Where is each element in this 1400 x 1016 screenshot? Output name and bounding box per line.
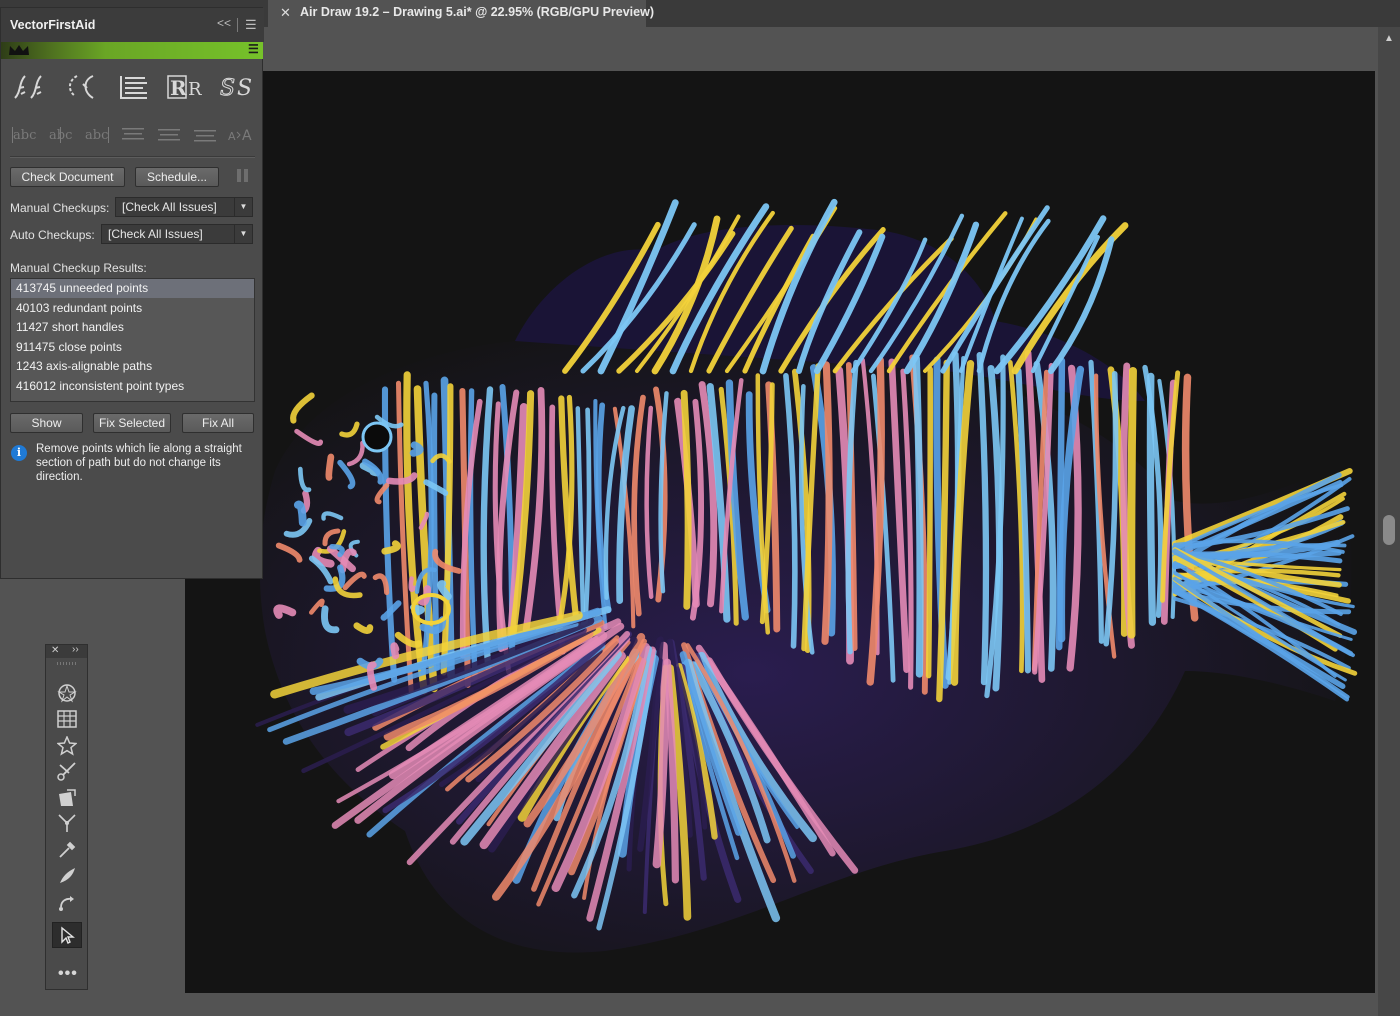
collapse-panel-icon[interactable]: << [217,16,231,30]
brush-stroke [353,622,374,634]
text-tools-row: abc abc abc AA [10,118,256,152]
svg-text:abc: abc [85,128,108,143]
brush-stroke [912,354,924,678]
scissors-icon[interactable] [54,759,80,783]
brand-banner: ☰ [1,42,263,59]
auto-checkups-label: Auto Checkups: [10,228,95,242]
crown-logo-icon [9,45,29,55]
align-bottom-icon[interactable] [190,118,220,152]
header-divider [237,18,238,32]
selection-arrow-icon[interactable] [52,922,82,948]
svg-text:S: S [220,76,235,101]
fish-eye [361,421,393,453]
close-tab-icon[interactable]: ✕ [280,0,291,25]
panel-divider [10,156,255,157]
list-item[interactable]: 40103 redundant points [11,299,254,318]
list-item[interactable]: 11427 short handles [11,318,254,337]
text-right-icon[interactable]: abc [82,118,112,152]
results-list[interactable]: 413745 unneeded points 40103 redundant p… [10,278,255,402]
info-icon: i [11,445,27,461]
scrollbar-thumb[interactable] [1383,515,1395,545]
panel-title: VectorFirstAid [10,18,96,32]
pause-icon[interactable] [237,169,249,183]
free-transform-icon[interactable] [54,786,80,810]
tools-palette-header[interactable]: ✕ ›› [46,644,87,658]
svg-text:abc: abc [13,128,36,143]
smooth-path-icon[interactable] [10,70,48,104]
rotate-icon[interactable] [54,891,80,915]
list-item[interactable]: 911475 close points [11,338,254,357]
banner-menu-icon[interactable]: ☰ [248,42,259,56]
list-item[interactable]: 413745 unneeded points [11,279,254,298]
text-resize-icon[interactable]: AA [226,118,256,152]
panel-header: VectorFirstAid << ☰ [1,8,264,42]
brush-stroke [290,392,315,424]
list-item[interactable]: 1243 axis-alignable paths [11,357,254,376]
drag-grip[interactable] [57,662,77,665]
auto-checkups-select[interactable]: [Check All Issues] ▼ [101,224,253,244]
align-text-icon[interactable] [114,70,152,104]
grid-icon[interactable] [54,707,80,731]
star-icon[interactable] [54,734,80,758]
text-center-icon[interactable]: abc [46,118,76,152]
replace-glyph-icon[interactable]: RR [166,70,204,104]
eyedropper-icon[interactable] [54,838,80,862]
svg-text:A: A [228,130,236,143]
vertical-scrollbar[interactable]: ▲ [1378,27,1400,1016]
chevron-down-icon: ▼ [234,198,252,216]
svg-text:R: R [188,79,202,100]
brush-stroke [366,661,378,691]
schedule-button[interactable]: Schedule... [135,167,219,187]
show-button[interactable]: Show [10,413,83,433]
manual-checkups-select[interactable]: [Check All Issues] ▼ [115,197,253,217]
brush-stroke [390,642,400,660]
expand-icon[interactable]: ›› [72,644,79,655]
style-swap-icon[interactable]: SS [218,70,256,104]
text-left-icon[interactable]: abc [10,118,40,152]
align-middle-icon[interactable] [154,118,184,152]
brush-stroke [821,361,833,645]
brush-stroke [680,389,692,610]
blob-brush-icon[interactable] [54,864,80,888]
panel-menu-icon[interactable]: ☰ [245,17,257,33]
scroll-up-arrow-icon[interactable]: ▲ [1384,33,1394,44]
list-item[interactable]: 416012 inconsistent point types [11,377,254,396]
simplify-path-icon[interactable] [62,70,100,104]
document-tab-title: Air Draw 19.2 – Drawing 5.ai* @ 22.95% (… [300,5,654,19]
fix-tools-row: RR SS [10,70,256,104]
brush-stroke [1146,372,1157,626]
check-document-button[interactable]: Check Document [10,167,125,187]
vectorfirstaid-panel: VectorFirstAid << ☰ ☰ RR SS abc abc abc [0,7,264,579]
auto-checkups-value: [Check All Issues] [108,227,203,241]
width-tool-icon[interactable] [54,811,80,835]
fix-selected-button[interactable]: Fix Selected [93,413,171,433]
info-description: Remove points which lie along a straight… [36,443,242,483]
svg-text:A: A [242,128,252,144]
chevron-down-icon: ▼ [234,225,252,243]
symbol-sprayer-icon[interactable] [54,681,80,705]
results-label: Manual Checkup Results: [10,261,147,275]
more-tools-icon[interactable]: ••• [58,965,78,983]
brush-stroke [925,366,933,679]
close-icon[interactable]: ✕ [51,645,59,656]
tools-palette: ✕ ›› ••• [45,644,88,990]
manual-checkups-label: Manual Checkups: [10,201,110,215]
brush-stroke [1127,366,1137,639]
svg-text:S: S [237,76,252,101]
brush-stroke [325,453,335,481]
lionfish-artwork [255,198,1358,953]
brush-stroke [409,441,424,457]
document-tab[interactable]: ✕ Air Draw 19.2 – Drawing 5.ai* @ 22.95%… [268,0,654,27]
align-top-icon[interactable] [118,118,148,152]
manual-checkups-value: [Check All Issues] [122,200,217,214]
svg-text:R: R [170,76,187,100]
fix-all-button[interactable]: Fix All [182,413,254,433]
artboard[interactable] [185,71,1375,993]
